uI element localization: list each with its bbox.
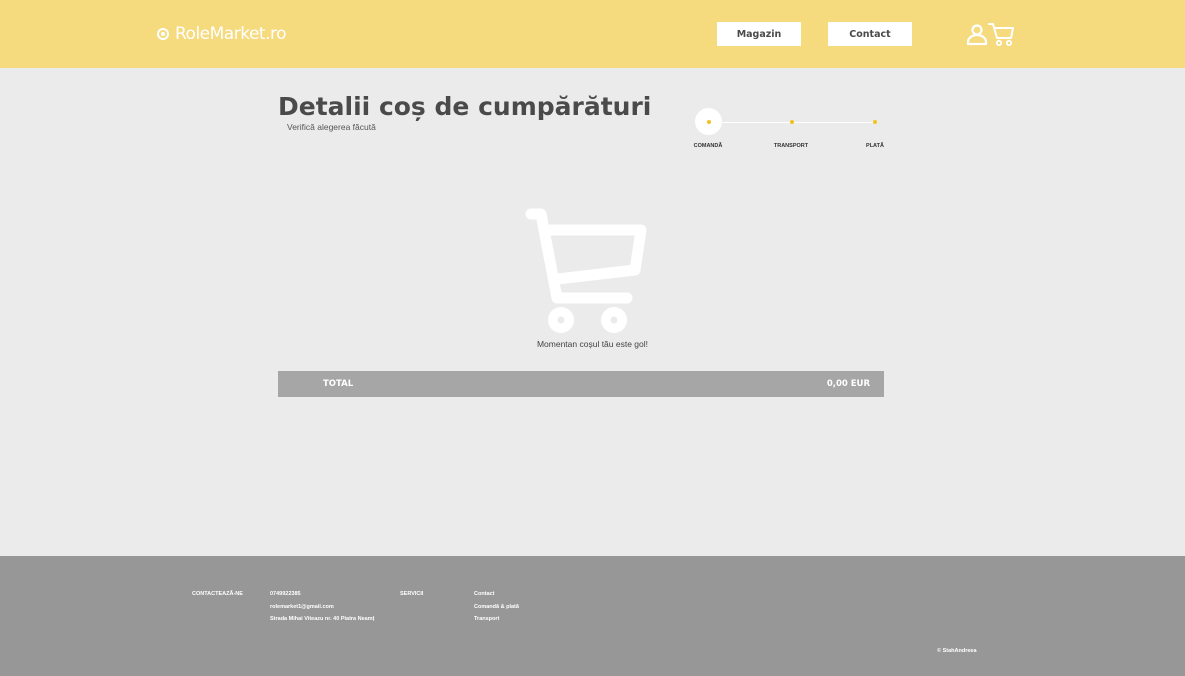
footer-address: Strada Mihai Viteazu nr. 40 Piatra Neamț: [270, 616, 375, 622]
total-value: 0,00 EUR: [826, 379, 870, 389]
footer-email[interactable]: rolemarket1@gmail.com: [270, 601, 374, 614]
nav-contact-button[interactable]: Contact: [828, 22, 912, 46]
site-footer: CONTACTEAZĂ-NE 0749922385 rolemarket1@gm…: [0, 556, 1185, 676]
step-label-payment: PLATĂ: [866, 143, 884, 149]
footer-copyright: © StahAndreea: [937, 648, 977, 654]
logo-mark-icon: [157, 28, 169, 40]
step-label-order: COMANDĂ: [693, 143, 723, 149]
total-label: TOTAL: [323, 379, 354, 389]
user-icon[interactable]: [966, 22, 988, 46]
step-dot: [706, 120, 711, 124]
empty-cart-message-row: Momentan coșul tău este gol!: [0, 339, 1185, 349]
checkout-progress: COMANDĂ TRANSPORT PLATĂ: [690, 106, 890, 156]
progress-line: [722, 121, 790, 123]
empty-cart-message: Momentan coșul tău este gol!: [536, 339, 649, 349]
step-dot: [873, 120, 877, 124]
empty-cart-icon: [525, 208, 647, 333]
footer-links: Contact Comandă & plată Transport: [474, 588, 519, 626]
cart-total-bar: TOTAL 0,00 EUR: [278, 371, 884, 397]
footer-link-contact[interactable]: Contact: [474, 588, 519, 601]
logo-text: RoleMarket.ro: [175, 24, 287, 44]
step-label-shipping: TRANSPORT: [773, 143, 809, 149]
site-logo[interactable]: RoleMarket.ro: [157, 22, 287, 46]
nav-shop-button[interactable]: Magazin: [717, 22, 801, 46]
footer-link-order-payment[interactable]: Comandă & plată: [474, 601, 519, 614]
footer-contact-heading: CONTACTEAZĂ-NE: [192, 591, 243, 597]
footer-services-heading: SERVICII: [400, 591, 424, 597]
progress-line: [794, 121, 874, 123]
page-subtitle: Verifică alegerea făcută: [287, 122, 376, 132]
step-dot: [790, 120, 794, 124]
site-header: RoleMarket.ro Magazin Contact: [0, 0, 1185, 68]
footer-phone[interactable]: 0749922385: [270, 588, 374, 601]
cart-icon[interactable]: [988, 21, 1014, 47]
page-title: Detalii coș de cumpărături: [278, 92, 652, 121]
footer-link-transport[interactable]: Transport: [474, 613, 519, 626]
footer-contact-details: 0749922385 rolemarket1@gmail.com Strada …: [270, 588, 374, 626]
